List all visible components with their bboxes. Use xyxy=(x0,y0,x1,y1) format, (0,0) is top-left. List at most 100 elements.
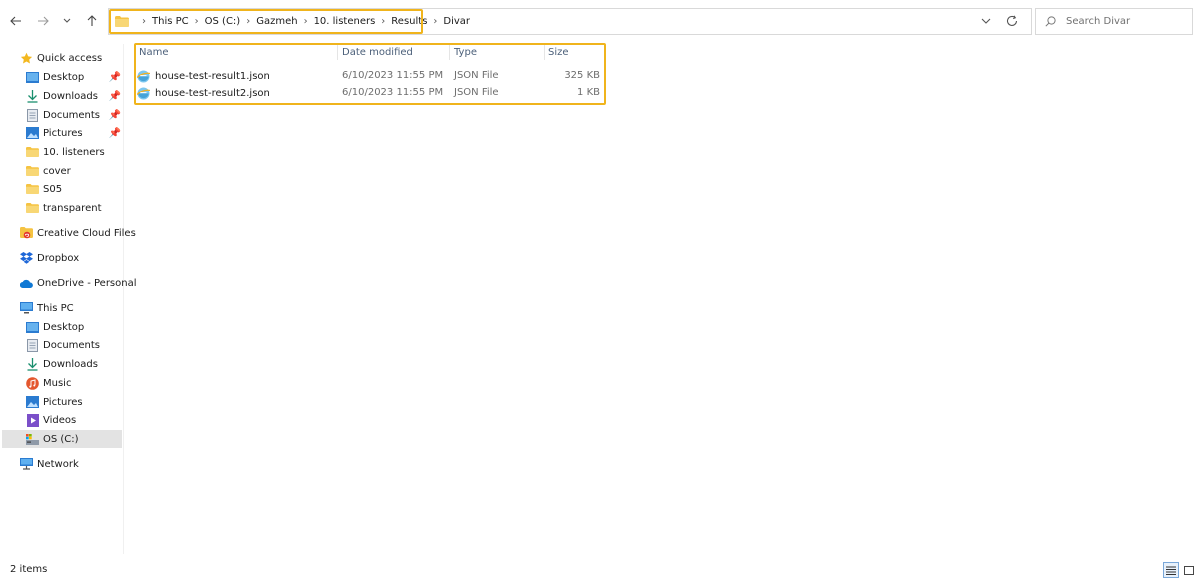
refresh-button[interactable] xyxy=(1004,13,1020,29)
nav-pc-os-c[interactable]: OS (C:) xyxy=(2,430,122,448)
breadcrumb-gazmeh[interactable]: Gazmeh xyxy=(256,16,297,27)
column-header-size[interactable]: Size xyxy=(548,47,569,58)
column-header-type[interactable]: Type xyxy=(454,47,477,58)
nav-label: Pictures xyxy=(43,127,83,139)
tiles-view-button[interactable] xyxy=(1181,562,1197,578)
nav-network[interactable]: Network xyxy=(20,455,79,473)
item-count: 2 items xyxy=(10,564,48,575)
pin-icon[interactable]: 📌 xyxy=(109,91,121,102)
nav-qa-pictures[interactable]: Pictures xyxy=(26,124,83,142)
arrow-right-icon xyxy=(38,16,49,26)
chevron-right-icon: › xyxy=(142,16,146,27)
nav-label: Quick access xyxy=(37,52,103,64)
network-icon xyxy=(20,458,33,471)
nav-label: Dropbox xyxy=(37,252,80,264)
music-icon xyxy=(26,376,39,390)
search-input[interactable] xyxy=(1066,16,1176,27)
chevron-right-icon[interactable]: › xyxy=(433,16,437,27)
file-name: house-test-result2.json xyxy=(155,88,270,99)
file-name-cell: house-test-result1.json xyxy=(137,70,270,83)
nav-creative-cloud[interactable]: Creative Cloud Files xyxy=(20,224,136,242)
nav-pc-music[interactable]: Music xyxy=(26,374,71,392)
nav-qa-desktop[interactable]: Desktop xyxy=(26,68,84,86)
nav-label: Desktop xyxy=(43,321,85,333)
nav-qa-cover[interactable]: cover xyxy=(26,162,71,180)
nav-qa-listeners[interactable]: 10. listeners xyxy=(26,143,105,161)
nav-pc-downloads[interactable]: Downloads xyxy=(26,355,98,373)
file-type: JSON File xyxy=(454,70,499,81)
chevron-right-icon[interactable]: › xyxy=(381,16,385,27)
column-header-name[interactable]: Name xyxy=(139,47,169,58)
column-divider[interactable] xyxy=(449,45,450,60)
cloud-icon xyxy=(20,277,33,290)
nav-label: Downloads xyxy=(43,90,98,102)
nav-label: Downloads xyxy=(43,358,98,370)
nav-pc-documents[interactable]: Documents xyxy=(26,336,100,354)
table-row[interactable]: house-test-result1.json 6/10/2023 11:55 … xyxy=(137,69,603,85)
nav-label: Documents xyxy=(43,339,101,351)
nav-label: Videos xyxy=(43,414,77,426)
table-row[interactable]: house-test-result2.json 6/10/2023 11:55 … xyxy=(137,86,603,102)
breadcrumb-os-c[interactable]: OS (C:) xyxy=(205,16,241,27)
chevron-right-icon[interactable]: › xyxy=(195,16,199,27)
documents-icon xyxy=(26,108,39,122)
pin-icon[interactable]: 📌 xyxy=(109,128,121,139)
pin-icon[interactable]: 📌 xyxy=(109,110,121,121)
navigation-pane: Quick access Desktop 📌 Downloads 📌 Docum… xyxy=(0,44,137,554)
nav-pc-videos[interactable]: Videos xyxy=(26,411,76,429)
nav-dropbox[interactable]: Dropbox xyxy=(20,249,79,267)
chevron-right-icon[interactable]: › xyxy=(246,16,250,27)
computer-icon xyxy=(20,302,33,315)
file-name-cell: house-test-result2.json xyxy=(137,87,270,100)
pictures-icon xyxy=(26,396,39,409)
nav-qa-documents[interactable]: Documents xyxy=(26,106,100,124)
breadcrumb-this-pc[interactable]: This PC xyxy=(152,16,189,27)
folder-icon xyxy=(26,146,39,159)
nav-label: Documents xyxy=(43,109,101,121)
file-size: 325 KB xyxy=(564,70,600,81)
download-icon xyxy=(26,357,39,371)
nav-qa-s05[interactable]: S05 xyxy=(26,180,62,198)
column-header-date[interactable]: Date modified xyxy=(342,47,413,58)
up-button[interactable] xyxy=(82,11,102,31)
star-icon xyxy=(20,52,33,65)
search-icon xyxy=(1045,16,1056,27)
recent-locations-button[interactable] xyxy=(60,11,74,31)
nav-qa-downloads[interactable]: Downloads xyxy=(26,87,98,105)
details-view-button[interactable] xyxy=(1163,562,1179,578)
documents-icon xyxy=(26,338,39,352)
pictures-icon xyxy=(26,127,39,140)
column-divider[interactable] xyxy=(337,45,338,60)
breadcrumb-divar[interactable]: Divar xyxy=(443,16,470,27)
file-date: 6/10/2023 11:55 PM xyxy=(342,70,444,81)
json-file-icon xyxy=(137,70,150,83)
nav-this-pc[interactable]: This PC xyxy=(20,299,74,317)
nav-label: Pictures xyxy=(43,396,83,408)
nav-onedrive[interactable]: OneDrive - Personal xyxy=(20,274,137,292)
desktop-icon xyxy=(26,321,39,334)
tiles-view-icon xyxy=(1184,565,1194,575)
nav-label: transparent xyxy=(43,202,102,214)
nav-pc-pictures[interactable]: Pictures xyxy=(26,393,83,411)
search-box[interactable] xyxy=(1035,8,1193,35)
address-history-button[interactable] xyxy=(978,13,994,29)
folder-icon xyxy=(26,202,39,215)
nav-quick-access[interactable]: Quick access xyxy=(20,49,102,67)
arrow-left-icon xyxy=(10,16,21,26)
back-button[interactable] xyxy=(6,11,26,31)
nav-label: cover xyxy=(43,165,71,177)
column-divider[interactable] xyxy=(544,45,545,60)
nav-pc-desktop[interactable]: Desktop xyxy=(26,318,84,336)
file-name: house-test-result1.json xyxy=(155,71,270,82)
drive-icon xyxy=(26,433,39,446)
chevron-down-icon xyxy=(981,18,991,24)
breadcrumb-listeners[interactable]: 10. listeners xyxy=(314,16,376,27)
nav-qa-transparent[interactable]: transparent xyxy=(26,199,102,217)
nav-label: Desktop xyxy=(43,71,85,83)
breadcrumb-results[interactable]: Results xyxy=(391,16,427,27)
forward-button[interactable] xyxy=(33,11,53,31)
chevron-right-icon[interactable]: › xyxy=(304,16,308,27)
pin-icon[interactable]: 📌 xyxy=(109,72,121,83)
nav-label: S05 xyxy=(43,183,63,195)
nav-label: Creative Cloud Files xyxy=(37,227,136,239)
